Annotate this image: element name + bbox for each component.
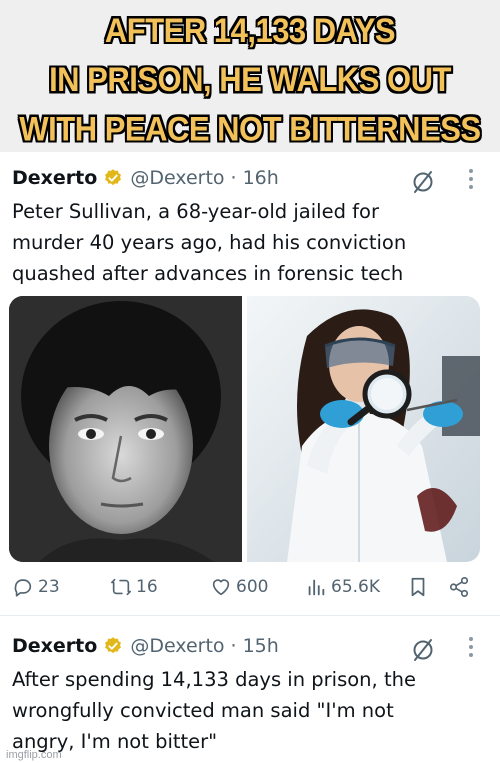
views-button[interactable]: 65.6K — [305, 576, 380, 598]
tweet[interactable]: Dexerto @Dexerto · 16h Peter Sullivan, a… — [0, 158, 500, 610]
bookmark-icon — [411, 577, 425, 597]
mugshot-photo[interactable] — [9, 296, 242, 562]
tweet-header: Dexerto @Dexerto · 16h — [12, 164, 279, 192]
verified-badge-icon — [103, 636, 123, 656]
reply-button[interactable]: 23 — [12, 576, 60, 598]
views-chart-icon — [308, 579, 325, 596]
action-bar: 23 16 600 65.6K — [0, 576, 500, 604]
like-button[interactable]: 600 — [210, 576, 268, 598]
reply-icon — [14, 579, 32, 597]
tweet-text: Peter Sullivan, a 68-year-old jailed for… — [12, 200, 407, 285]
more-options-icon[interactable] — [468, 168, 474, 190]
verified-badge-icon — [103, 168, 123, 188]
more-options-icon[interactable] — [468, 636, 474, 658]
forensic-scientist-photo[interactable] — [247, 296, 480, 562]
repost-button[interactable]: 16 — [110, 576, 158, 598]
separator-dot: · — [230, 635, 237, 657]
tweet-header: Dexerto @Dexerto · 15h — [12, 632, 279, 660]
tweet-text: After spending 14,133 days in prison, th… — [12, 668, 416, 753]
like-count: 600 — [236, 577, 269, 597]
handle[interactable]: @Dexerto — [130, 167, 224, 189]
grok-icon[interactable] — [410, 168, 436, 194]
meme-caption: AFTER 14,133 DAYS IN PRISON, HE WALKS OU… — [19, 10, 481, 149]
imgflip-watermark: imgflip.com — [6, 749, 62, 761]
separator-dot: · — [230, 167, 237, 189]
repost-count: 16 — [136, 577, 158, 597]
views-count: 65.6K — [331, 577, 380, 597]
handle[interactable]: @Dexerto — [130, 635, 224, 657]
share-button[interactable] — [448, 576, 474, 598]
bookmark-button[interactable] — [407, 576, 433, 598]
timestamp[interactable]: 15h — [243, 635, 279, 657]
display-name[interactable]: Dexerto — [12, 635, 97, 657]
grok-icon[interactable] — [410, 636, 436, 662]
timestamp[interactable]: 16h — [243, 167, 279, 189]
tweet[interactable]: Dexerto @Dexerto · 15h After spending 14… — [0, 626, 500, 763]
share-icon — [449, 577, 469, 597]
meme-banner: AFTER 14,133 DAYS IN PRISON, HE WALKS OU… — [0, 0, 500, 152]
repost-icon — [111, 578, 131, 596]
tweet-divider — [0, 615, 500, 616]
display-name[interactable]: Dexerto — [12, 167, 97, 189]
reply-count: 23 — [38, 577, 60, 597]
heart-icon — [212, 579, 230, 596]
